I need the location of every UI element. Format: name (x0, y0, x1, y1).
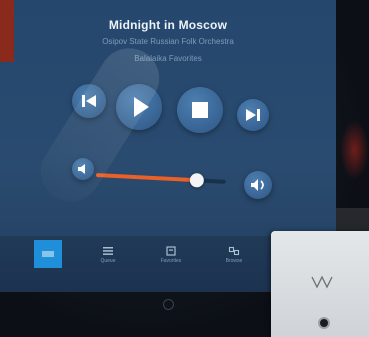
next-track-button[interactable] (237, 99, 269, 131)
now-playing-icon (42, 251, 54, 257)
volume-high-icon (251, 179, 264, 191)
volume-slider-fill (95, 173, 198, 183)
volume-slider[interactable] (95, 172, 226, 188)
stop-icon (192, 102, 208, 118)
tab-favorites-label: Favorites (160, 258, 182, 264)
headphone-jack (318, 317, 330, 329)
next-track-icon (246, 109, 260, 121)
tab-favorites[interactable]: Favorites (148, 236, 194, 282)
track-album: Balalaika Favorites (134, 54, 202, 63)
tab-now-playing[interactable] (34, 240, 62, 268)
tab-browse-label: Browse (225, 258, 243, 264)
favorites-icon (166, 246, 176, 256)
device-logo-icon (311, 275, 333, 289)
browse-icon (228, 246, 240, 256)
track-artist: Osipov State Russian Folk Orchestra (102, 37, 234, 46)
audio-device-box (271, 231, 369, 337)
tab-queue-label: Queue (100, 258, 116, 264)
photo-scene: Midnight in Moscow Osipov State Russian … (0, 0, 369, 337)
queue-list-icon (103, 247, 113, 255)
volume-high-button[interactable] (244, 171, 272, 199)
background-red-blur (340, 120, 369, 180)
tablet-home-button[interactable] (163, 299, 174, 310)
volume-slider-thumb[interactable] (189, 172, 205, 188)
tab-browse[interactable]: Browse (211, 236, 257, 282)
tab-queue[interactable]: Queue (85, 236, 131, 282)
track-title: Midnight in Moscow (108, 18, 228, 32)
stop-button[interactable] (177, 87, 223, 133)
